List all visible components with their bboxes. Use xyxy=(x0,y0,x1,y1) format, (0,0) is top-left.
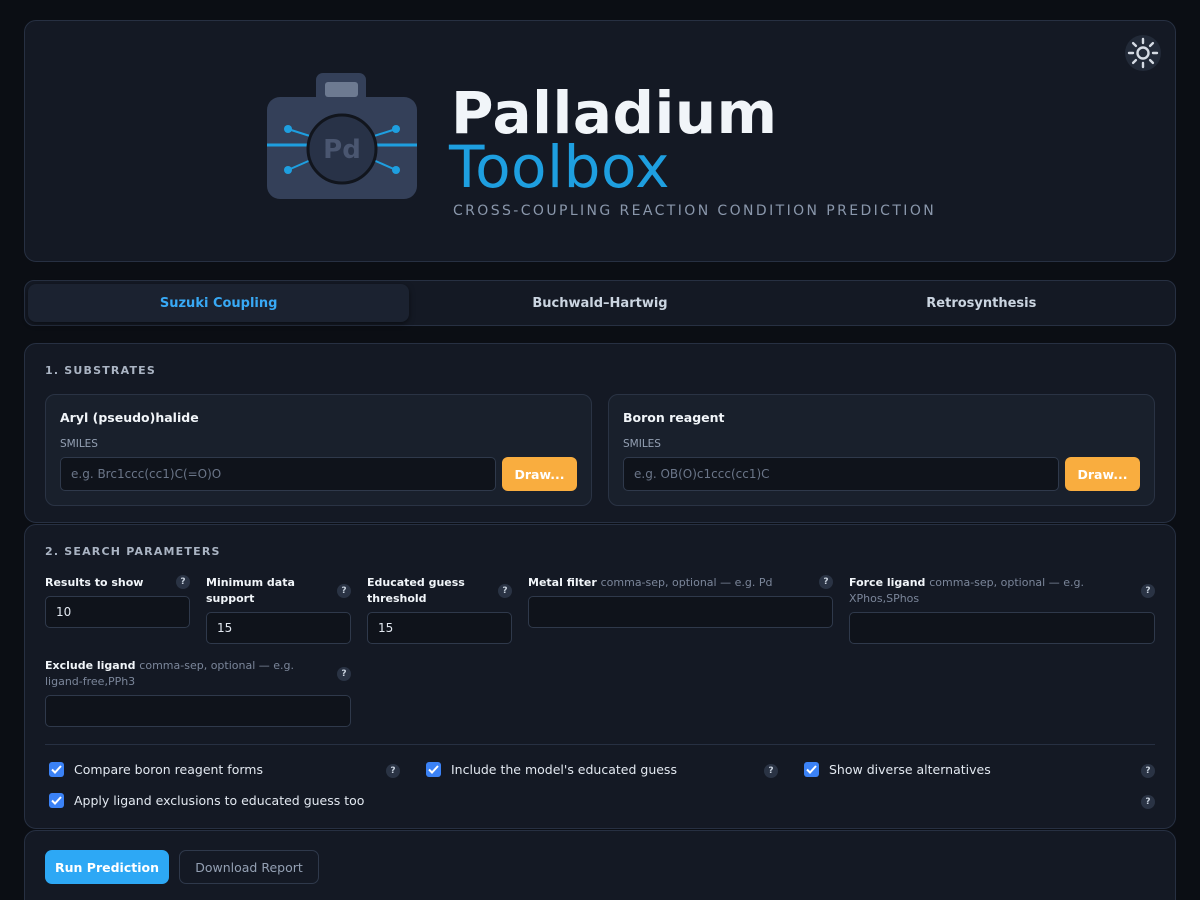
metal-filter-label: Metal filter comma-sep, optional — e.g. … xyxy=(528,576,773,589)
aryl-smiles-input[interactable] xyxy=(60,457,496,491)
boron-reagent-card: Boron reagent SMILES Draw... xyxy=(608,394,1155,506)
min-data-support-input[interactable] xyxy=(206,612,351,644)
aryl-halide-card: Aryl (pseudo)halide SMILES Draw... xyxy=(45,394,592,506)
results-help-icon[interactable]: ? xyxy=(176,575,190,589)
params-section-title: 2. SEARCH PARAMETERS xyxy=(45,545,221,558)
actions-panel: Run Prediction Download Report xyxy=(24,830,1176,900)
logo-pd-text: Pd xyxy=(323,135,361,165)
metal-filter-hint: comma-sep, optional — e.g. Pd xyxy=(600,576,773,589)
include-educated-guess-checkbox[interactable]: Include the model's educated guess xyxy=(426,762,677,777)
force-ligand-help-icon[interactable]: ? xyxy=(1141,584,1155,598)
apply-ligand-exclusions-checkbox[interactable]: Apply ligand exclusions to educated gues… xyxy=(49,793,364,808)
checkbox-checked-icon[interactable] xyxy=(426,762,441,777)
substrates-panel: 1. SUBSTRATES Aryl (pseudo)halide SMILES… xyxy=(24,343,1176,523)
exclude-ligand-label: Exclude ligand comma-sep, optional — e.g… xyxy=(45,659,295,688)
aryl-draw-button[interactable]: Draw... xyxy=(502,457,577,491)
min-data-support-label: Minimum data support xyxy=(206,576,295,605)
force-ligand-field: Force ligand comma-sep, optional — e.g. … xyxy=(849,575,1155,645)
substrates-section-title: 1. SUBSTRATES xyxy=(45,364,156,377)
exclude-ligand-field: Exclude ligand comma-sep, optional — e.g… xyxy=(45,658,351,728)
apply-ligand-exclusions-label: Apply ligand exclusions to educated gues… xyxy=(74,793,365,808)
diverse-alternatives-help-icon[interactable]: ? xyxy=(1141,764,1155,778)
boron-smiles-label: SMILES xyxy=(623,438,661,450)
results-to-show-label: Results to show xyxy=(45,576,144,589)
force-ligand-label: Force ligand comma-sep, optional — e.g. … xyxy=(849,576,1084,605)
compare-boron-label: Compare boron reagent forms xyxy=(74,762,263,777)
aryl-halide-title: Aryl (pseudo)halide xyxy=(60,410,199,425)
educated-guess-threshold-input[interactable] xyxy=(367,612,512,644)
compare-boron-help-icon[interactable]: ? xyxy=(386,764,400,778)
app-subtitle: CROSS-COUPLING REACTION CONDITION PREDIC… xyxy=(453,203,937,219)
metal-filter-input[interactable] xyxy=(528,596,833,628)
metal-help-icon[interactable]: ? xyxy=(819,575,833,589)
include-educated-guess-label: Include the model's educated guess xyxy=(451,762,677,777)
force-ligand-input[interactable] xyxy=(849,612,1155,644)
tab-retrosynthesis[interactable]: Retrosynthesis xyxy=(791,284,1172,322)
boron-draw-button[interactable]: Draw... xyxy=(1065,457,1140,491)
checkbox-checked-icon[interactable] xyxy=(804,762,819,777)
educated-guess-threshold-label: Educated guess threshold xyxy=(367,576,465,605)
tab-suzuki-coupling[interactable]: Suzuki Coupling xyxy=(28,284,410,322)
results-to-show-input[interactable] xyxy=(45,596,190,628)
toolbox-logo-icon: Pd xyxy=(267,73,417,199)
educated-guess-threshold-field: Educated guess threshold ? xyxy=(367,575,512,645)
compare-boron-checkbox[interactable]: Compare boron reagent forms xyxy=(49,762,263,777)
tab-buchwald-hartwig[interactable]: Buchwald–Hartwig xyxy=(409,284,790,322)
results-to-show-field: Results to show ? xyxy=(45,575,190,629)
show-diverse-alternatives-label: Show diverse alternatives xyxy=(829,762,991,777)
aryl-smiles-label: SMILES xyxy=(60,438,98,450)
exclude-ligand-input[interactable] xyxy=(45,695,351,727)
min-data-support-field: Minimum data support ? xyxy=(206,575,351,645)
sun-icon xyxy=(1127,37,1159,69)
theme-toggle-button[interactable] xyxy=(1125,35,1161,71)
min-support-help-icon[interactable]: ? xyxy=(337,584,351,598)
exclude-ligand-help-icon[interactable]: ? xyxy=(337,667,351,681)
params-divider xyxy=(45,744,1155,745)
download-report-button[interactable]: Download Report xyxy=(179,850,319,884)
app-title-line2: Toolbox xyxy=(449,133,670,201)
apply-exclusions-help-icon[interactable]: ? xyxy=(1141,795,1155,809)
hero-header: Pd Palladium Toolbox CROSS-COUPLING REAC… xyxy=(24,20,1176,262)
threshold-help-icon[interactable]: ? xyxy=(498,584,512,598)
run-prediction-button[interactable]: Run Prediction xyxy=(45,850,169,884)
show-diverse-alternatives-checkbox[interactable]: Show diverse alternatives xyxy=(804,762,991,777)
include-guess-help-icon[interactable]: ? xyxy=(764,764,778,778)
checkbox-checked-icon[interactable] xyxy=(49,762,64,777)
boron-smiles-input[interactable] xyxy=(623,457,1059,491)
search-parameters-panel: 2. SEARCH PARAMETERS Results to show ? M… xyxy=(24,524,1176,829)
metal-filter-field: Metal filter comma-sep, optional — e.g. … xyxy=(528,575,833,629)
boron-reagent-title: Boron reagent xyxy=(623,410,725,425)
checkbox-checked-icon[interactable] xyxy=(49,793,64,808)
mode-tabs: Suzuki Coupling Buchwald–Hartwig Retrosy… xyxy=(24,280,1176,326)
